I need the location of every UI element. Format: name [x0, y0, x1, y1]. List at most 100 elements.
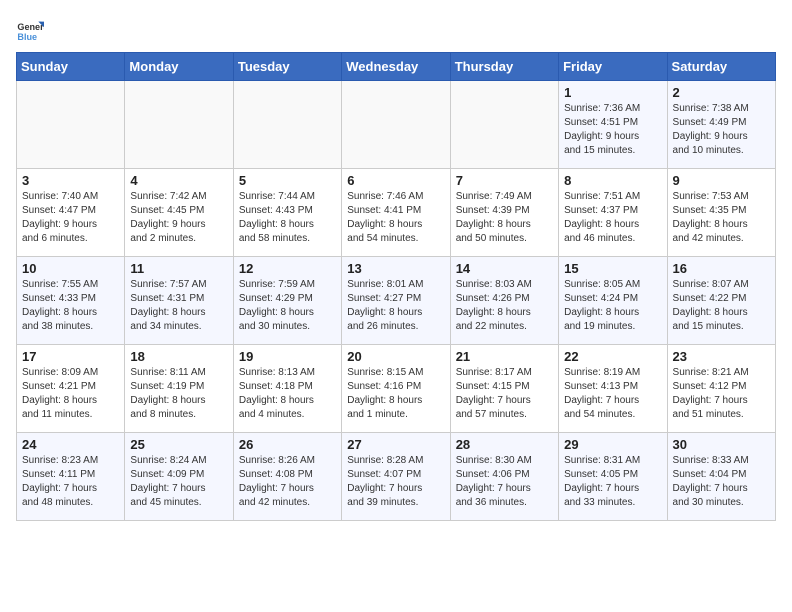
day-number: 7: [456, 173, 553, 188]
day-info: Sunrise: 7:49 AM Sunset: 4:39 PM Dayligh…: [456, 190, 553, 246]
header-day-monday: Monday: [125, 53, 233, 81]
day-number: 25: [130, 437, 227, 452]
day-number: 16: [673, 261, 770, 276]
day-info: Sunrise: 7:38 AM Sunset: 4:49 PM Dayligh…: [673, 102, 770, 158]
header-day-wednesday: Wednesday: [342, 53, 450, 81]
header-day-saturday: Saturday: [667, 53, 775, 81]
day-number: 8: [564, 173, 661, 188]
day-info: Sunrise: 7:59 AM Sunset: 4:29 PM Dayligh…: [239, 278, 336, 334]
day-info: Sunrise: 8:17 AM Sunset: 4:15 PM Dayligh…: [456, 366, 553, 422]
calendar-table: SundayMondayTuesdayWednesdayThursdayFrid…: [16, 52, 776, 521]
day-info: Sunrise: 7:46 AM Sunset: 4:41 PM Dayligh…: [347, 190, 444, 246]
day-info: Sunrise: 8:23 AM Sunset: 4:11 PM Dayligh…: [22, 454, 119, 510]
calendar-week-2: 3 Sunrise: 7:40 AM Sunset: 4:47 PM Daylig…: [17, 169, 776, 257]
day-number: 5: [239, 173, 336, 188]
calendar-cell: [17, 81, 125, 169]
day-number: 1: [564, 85, 661, 100]
day-info: Sunrise: 8:11 AM Sunset: 4:19 PM Dayligh…: [130, 366, 227, 422]
header-day-friday: Friday: [559, 53, 667, 81]
calendar-cell: 23 Sunrise: 8:21 AM Sunset: 4:12 PM Dayli…: [667, 345, 775, 433]
calendar-cell: 4Sunrise: 7:42 AM Sunset: 4:45 PM Daylig…: [125, 169, 233, 257]
day-info: Sunrise: 8:03 AM Sunset: 4:26 PM Dayligh…: [456, 278, 553, 334]
calendar-week-1: 1 Sunrise: 7:36 AM Sunset: 4:51 PM Daylig…: [17, 81, 776, 169]
day-number: 2: [673, 85, 770, 100]
calendar-cell: 2 Sunrise: 7:38 AM Sunset: 4:49 PM Daylig…: [667, 81, 775, 169]
calendar-cell: 21 Sunrise: 8:17 AM Sunset: 4:15 PM Dayli…: [450, 345, 558, 433]
day-number: 24: [22, 437, 119, 452]
calendar-cell: [450, 81, 558, 169]
calendar-header-row: SundayMondayTuesdayWednesdayThursdayFrid…: [17, 53, 776, 81]
calendar-cell: [125, 81, 233, 169]
day-number: 3: [22, 173, 119, 188]
day-info: Sunrise: 8:31 AM Sunset: 4:05 PM Dayligh…: [564, 454, 661, 510]
svg-text:General: General: [17, 22, 44, 32]
header-day-tuesday: Tuesday: [233, 53, 341, 81]
day-info: Sunrise: 8:01 AM Sunset: 4:27 PM Dayligh…: [347, 278, 444, 334]
calendar-cell: 16 Sunrise: 8:07 AM Sunset: 4:22 PM Dayli…: [667, 257, 775, 345]
calendar-cell: 11Sunrise: 7:57 AM Sunset: 4:31 PM Dayli…: [125, 257, 233, 345]
calendar-cell: 19Sunrise: 8:13 AM Sunset: 4:18 PM Dayli…: [233, 345, 341, 433]
day-info: Sunrise: 7:57 AM Sunset: 4:31 PM Dayligh…: [130, 278, 227, 334]
header-day-thursday: Thursday: [450, 53, 558, 81]
calendar-cell: [233, 81, 341, 169]
calendar-cell: 9 Sunrise: 7:53 AM Sunset: 4:35 PM Daylig…: [667, 169, 775, 257]
day-info: Sunrise: 8:19 AM Sunset: 4:13 PM Dayligh…: [564, 366, 661, 422]
svg-text:Blue: Blue: [17, 32, 37, 42]
day-number: 23: [673, 349, 770, 364]
day-number: 27: [347, 437, 444, 452]
calendar-cell: 3 Sunrise: 7:40 AM Sunset: 4:47 PM Daylig…: [17, 169, 125, 257]
day-info: Sunrise: 8:28 AM Sunset: 4:07 PM Dayligh…: [347, 454, 444, 510]
day-number: 14: [456, 261, 553, 276]
day-info: Sunrise: 7:51 AM Sunset: 4:37 PM Dayligh…: [564, 190, 661, 246]
calendar-cell: 8 Sunrise: 7:51 AM Sunset: 4:37 PM Daylig…: [559, 169, 667, 257]
day-number: 21: [456, 349, 553, 364]
calendar-week-3: 10 Sunrise: 7:55 AM Sunset: 4:33 PM Dayli…: [17, 257, 776, 345]
day-number: 9: [673, 173, 770, 188]
day-info: Sunrise: 7:55 AM Sunset: 4:33 PM Dayligh…: [22, 278, 119, 334]
day-info: Sunrise: 8:33 AM Sunset: 4:04 PM Dayligh…: [673, 454, 770, 510]
calendar-cell: 14 Sunrise: 8:03 AM Sunset: 4:26 PM Dayli…: [450, 257, 558, 345]
day-number: 17: [22, 349, 119, 364]
day-info: Sunrise: 7:42 AM Sunset: 4:45 PM Dayligh…: [130, 190, 227, 246]
calendar-week-5: 24 Sunrise: 8:23 AM Sunset: 4:11 PM Dayli…: [17, 433, 776, 521]
calendar-cell: 24 Sunrise: 8:23 AM Sunset: 4:11 PM Dayli…: [17, 433, 125, 521]
calendar-cell: 5Sunrise: 7:44 AM Sunset: 4:43 PM Daylig…: [233, 169, 341, 257]
day-number: 22: [564, 349, 661, 364]
day-number: 30: [673, 437, 770, 452]
day-info: Sunrise: 8:15 AM Sunset: 4:16 PM Dayligh…: [347, 366, 444, 422]
logo: General Blue: [16, 16, 44, 44]
day-number: 13: [347, 261, 444, 276]
calendar-cell: 22 Sunrise: 8:19 AM Sunset: 4:13 PM Dayli…: [559, 345, 667, 433]
day-info: Sunrise: 7:53 AM Sunset: 4:35 PM Dayligh…: [673, 190, 770, 246]
page-header: General Blue: [16, 16, 776, 44]
day-number: 15: [564, 261, 661, 276]
calendar-cell: 26Sunrise: 8:26 AM Sunset: 4:08 PM Dayli…: [233, 433, 341, 521]
day-info: Sunrise: 8:21 AM Sunset: 4:12 PM Dayligh…: [673, 366, 770, 422]
calendar-week-4: 17 Sunrise: 8:09 AM Sunset: 4:21 PM Dayli…: [17, 345, 776, 433]
calendar-cell: 18Sunrise: 8:11 AM Sunset: 4:19 PM Dayli…: [125, 345, 233, 433]
day-number: 29: [564, 437, 661, 452]
day-number: 10: [22, 261, 119, 276]
day-info: Sunrise: 7:40 AM Sunset: 4:47 PM Dayligh…: [22, 190, 119, 246]
calendar-cell: 30 Sunrise: 8:33 AM Sunset: 4:04 PM Dayli…: [667, 433, 775, 521]
day-number: 19: [239, 349, 336, 364]
day-info: Sunrise: 8:30 AM Sunset: 4:06 PM Dayligh…: [456, 454, 553, 510]
day-info: Sunrise: 8:09 AM Sunset: 4:21 PM Dayligh…: [22, 366, 119, 422]
day-number: 20: [347, 349, 444, 364]
calendar-cell: [342, 81, 450, 169]
calendar-cell: 10 Sunrise: 7:55 AM Sunset: 4:33 PM Dayli…: [17, 257, 125, 345]
day-number: 6: [347, 173, 444, 188]
day-info: Sunrise: 8:07 AM Sunset: 4:22 PM Dayligh…: [673, 278, 770, 334]
calendar-cell: 15 Sunrise: 8:05 AM Sunset: 4:24 PM Dayli…: [559, 257, 667, 345]
day-info: Sunrise: 7:36 AM Sunset: 4:51 PM Dayligh…: [564, 102, 661, 158]
calendar-cell: 20 Sunrise: 8:15 AM Sunset: 4:16 PM Dayli…: [342, 345, 450, 433]
day-info: Sunrise: 8:05 AM Sunset: 4:24 PM Dayligh…: [564, 278, 661, 334]
day-info: Sunrise: 8:24 AM Sunset: 4:09 PM Dayligh…: [130, 454, 227, 510]
calendar-cell: 1 Sunrise: 7:36 AM Sunset: 4:51 PM Daylig…: [559, 81, 667, 169]
calendar-cell: 12Sunrise: 7:59 AM Sunset: 4:29 PM Dayli…: [233, 257, 341, 345]
calendar-cell: 29 Sunrise: 8:31 AM Sunset: 4:05 PM Dayli…: [559, 433, 667, 521]
calendar-cell: 13 Sunrise: 8:01 AM Sunset: 4:27 PM Dayli…: [342, 257, 450, 345]
calendar-cell: 17 Sunrise: 8:09 AM Sunset: 4:21 PM Dayli…: [17, 345, 125, 433]
calendar-cell: 6 Sunrise: 7:46 AM Sunset: 4:41 PM Daylig…: [342, 169, 450, 257]
calendar-cell: 25 Sunrise: 8:24 AM Sunset: 4:09 PM Dayli…: [125, 433, 233, 521]
